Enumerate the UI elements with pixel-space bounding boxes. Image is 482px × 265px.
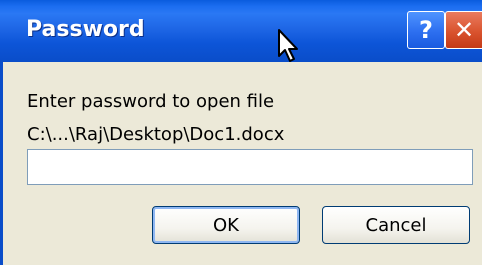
password-input[interactable] (27, 149, 473, 185)
close-button[interactable]: ✕ (445, 11, 482, 49)
prompt-label: Enter password to open file (27, 91, 275, 112)
help-icon: ? (419, 16, 433, 44)
window-title: Password (26, 17, 145, 42)
close-icon: ✕ (453, 16, 475, 44)
file-path-label: C:\...\Raj\Desktop\Doc1.docx (27, 124, 285, 145)
mouse-cursor-icon (278, 29, 298, 62)
cancel-button[interactable]: Cancel (322, 206, 470, 244)
ok-button[interactable]: OK (152, 206, 300, 244)
title-bar[interactable]: Password ? ✕ (0, 0, 482, 62)
window-border (0, 62, 3, 265)
help-button[interactable]: ? (407, 11, 445, 49)
password-dialog: Password ? ✕ Enter password to open file… (0, 0, 482, 265)
